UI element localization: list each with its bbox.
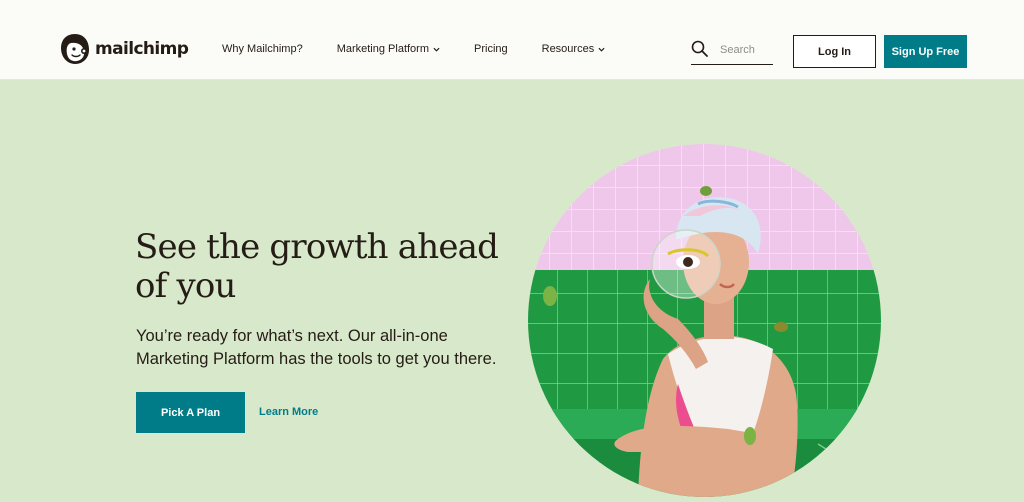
- nav-pricing[interactable]: Pricing: [474, 43, 508, 55]
- hero-title: See the growth ahead of you: [135, 227, 499, 306]
- search-input[interactable]: [720, 42, 772, 58]
- nav-item-label: Resources: [541, 43, 595, 55]
- pick-a-plan-button[interactable]: Pick A Plan: [136, 392, 245, 433]
- site-header: mailchimp Why Mailchimp? Marketing Platf…: [0, 0, 1024, 80]
- search-icon[interactable]: [691, 40, 708, 57]
- primary-nav: Why Mailchimp? Marketing Platform Pricin…: [222, 43, 605, 55]
- search-box: [691, 37, 773, 65]
- signup-button[interactable]: Sign Up Free: [884, 35, 967, 68]
- freddie-logo-icon: [61, 34, 89, 64]
- chevron-down-icon: [433, 47, 440, 52]
- nav-item-label: Why Mailchimp?: [222, 43, 303, 55]
- nav-why-mailchimp[interactable]: Why Mailchimp?: [222, 43, 303, 55]
- nav-item-label: Pricing: [474, 43, 508, 55]
- hero-image: [528, 144, 881, 497]
- nav-item-label: Marketing Platform: [336, 43, 429, 55]
- hero-subtitle: You’re ready for what’s next. Our all-in…: [136, 327, 497, 368]
- nav-resources[interactable]: Resources: [542, 43, 606, 55]
- chevron-down-icon: [598, 47, 605, 52]
- brand-wordmark: mailchimp: [95, 39, 189, 59]
- nav-marketing-platform[interactable]: Marketing Platform: [337, 43, 440, 55]
- login-button[interactable]: Log In: [793, 35, 876, 68]
- learn-more-link[interactable]: Learn More: [259, 406, 318, 418]
- mailchimp-logo[interactable]: mailchimp: [58, 31, 189, 67]
